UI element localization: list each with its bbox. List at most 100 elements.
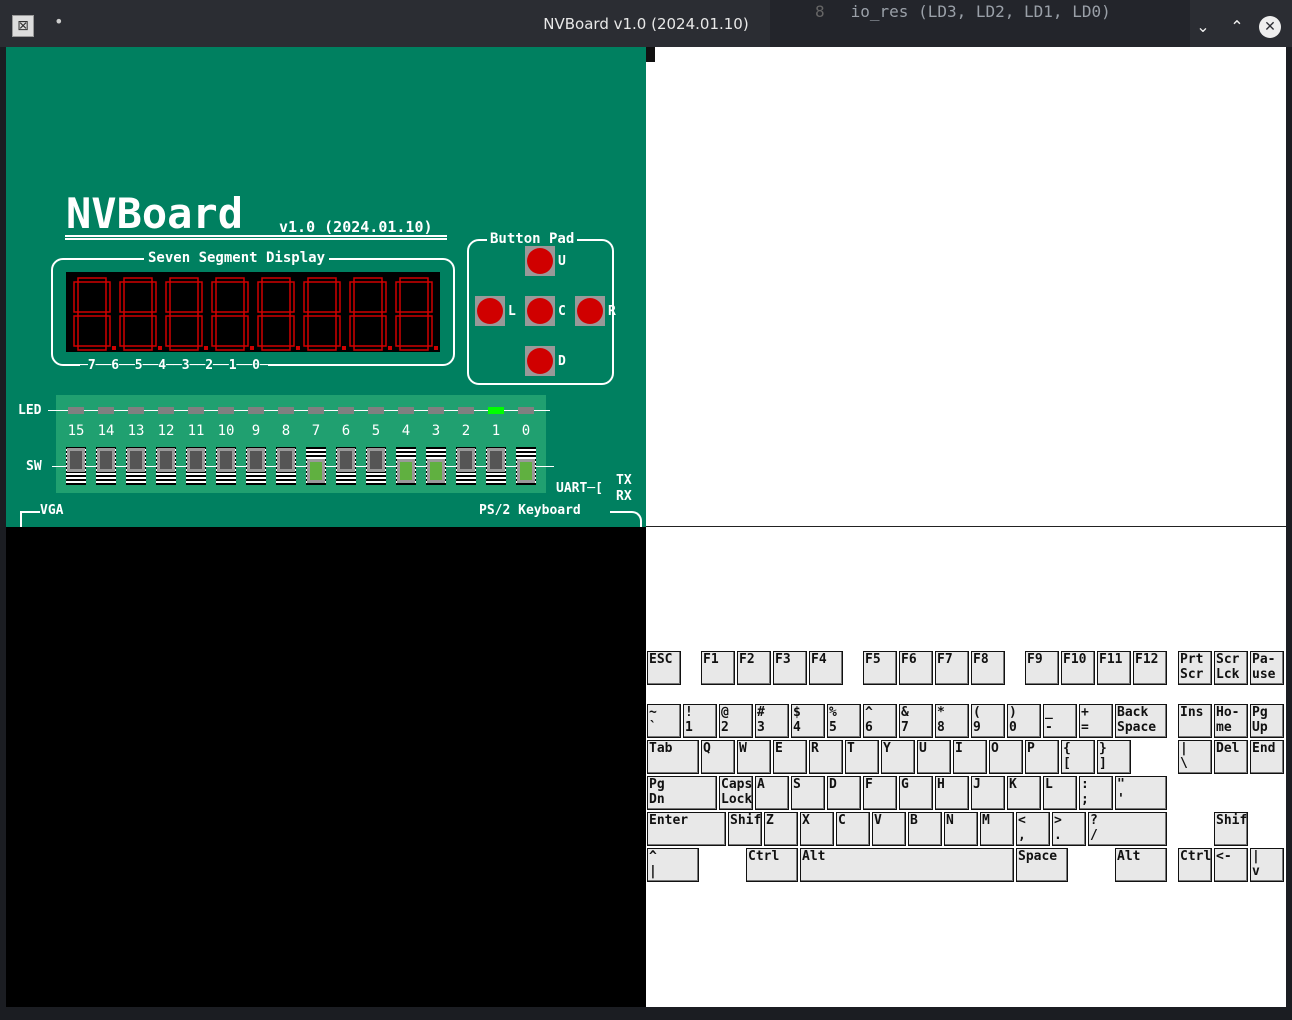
key-t[interactable]: T xyxy=(845,740,879,774)
key-k[interactable]: K xyxy=(1007,776,1041,810)
key-?-/[interactable]: ? / xyxy=(1088,812,1167,846)
button-up[interactable] xyxy=(525,246,555,276)
key-shift[interactable]: Shift xyxy=(728,812,762,846)
key-h[interactable]: H xyxy=(935,776,969,810)
key-!-1[interactable]: ! 1 xyxy=(683,704,717,738)
button-left[interactable] xyxy=(475,296,505,326)
key-j[interactable]: J xyxy=(971,776,1005,810)
key-v[interactable]: V xyxy=(872,812,906,846)
button-down[interactable] xyxy=(525,346,555,376)
key-i[interactable]: I xyxy=(953,740,987,774)
key-d[interactable]: D xyxy=(827,776,861,810)
key-f10[interactable]: F10 xyxy=(1061,651,1095,685)
key-~-`[interactable]: ~ ` xyxy=(647,704,681,738)
minimize-button[interactable]: ⌄ xyxy=(1192,16,1214,38)
key-scr-lck[interactable]: Scr Lck xyxy=(1214,651,1248,685)
key-%-5[interactable]: % 5 xyxy=(827,704,861,738)
key-tab[interactable]: Tab xyxy=(647,740,699,774)
key-#-3[interactable]: # 3 xyxy=(755,704,789,738)
key-f7[interactable]: F7 xyxy=(935,651,969,685)
key-&-7[interactable]: & 7 xyxy=(899,704,933,738)
switch[interactable] xyxy=(516,447,536,485)
button-right[interactable] xyxy=(575,296,605,326)
key-c[interactable]: C xyxy=(836,812,870,846)
key-^-|[interactable]: ^ | xyxy=(647,848,699,882)
key-ins[interactable]: Ins xyxy=(1178,704,1212,738)
switch[interactable] xyxy=(456,447,476,485)
switch[interactable] xyxy=(276,447,296,485)
key-f2[interactable]: F2 xyxy=(737,651,771,685)
key-|-\[interactable]: | \ xyxy=(1178,740,1212,774)
key-caps-lock[interactable]: Caps Lock xyxy=(719,776,753,810)
key-|-v[interactable]: | v xyxy=(1250,848,1284,882)
key-prt-scr[interactable]: Prt Scr xyxy=(1178,651,1212,685)
key-s[interactable]: S xyxy=(791,776,825,810)
switch[interactable] xyxy=(156,447,176,485)
key-)-0[interactable]: ) 0 xyxy=(1007,704,1041,738)
close-button[interactable]: ✕ xyxy=(1259,16,1281,38)
button-center[interactable] xyxy=(525,296,555,326)
key-alt[interactable]: Alt xyxy=(800,848,1014,882)
key-ho--me[interactable]: Ho- me xyxy=(1214,704,1248,738)
key-shift[interactable]: Shift xyxy=(1214,812,1248,846)
key-f3[interactable]: F3 xyxy=(773,651,807,685)
switch[interactable] xyxy=(336,447,356,485)
key-+-=[interactable]: + = xyxy=(1079,704,1113,738)
key-y[interactable]: Y xyxy=(881,740,915,774)
switch[interactable] xyxy=(96,447,116,485)
key-z[interactable]: Z xyxy=(764,812,798,846)
switch[interactable] xyxy=(186,447,206,485)
key-*-8[interactable]: * 8 xyxy=(935,704,969,738)
key-$-4[interactable]: $ 4 xyxy=(791,704,825,738)
switch[interactable] xyxy=(126,447,146,485)
key-p[interactable]: P xyxy=(1025,740,1059,774)
switch[interactable] xyxy=(306,447,326,485)
key-u[interactable]: U xyxy=(917,740,951,774)
switch[interactable] xyxy=(66,447,86,485)
key-back-space[interactable]: Back Space xyxy=(1115,704,1167,738)
key-(-9[interactable]: ( 9 xyxy=(971,704,1005,738)
key-}-][interactable]: } ] xyxy=(1097,740,1131,774)
key-{-[[interactable]: { [ xyxy=(1061,740,1095,774)
switch[interactable] xyxy=(426,447,446,485)
key-<-[interactable]: <- xyxy=(1214,848,1248,882)
key-enter[interactable]: Enter xyxy=(647,812,726,846)
key-r[interactable]: R xyxy=(809,740,843,774)
key-f11[interactable]: F11 xyxy=(1097,651,1131,685)
switch[interactable] xyxy=(366,447,386,485)
key-o[interactable]: O xyxy=(989,740,1023,774)
key-pg-dn[interactable]: Pg Dn xyxy=(647,776,717,810)
switch[interactable] xyxy=(246,447,266,485)
key-f1[interactable]: F1 xyxy=(701,651,735,685)
key-w[interactable]: W xyxy=(737,740,771,774)
key-m[interactable]: M xyxy=(980,812,1014,846)
key-^-6[interactable]: ^ 6 xyxy=(863,704,897,738)
key-f8[interactable]: F8 xyxy=(971,651,1005,685)
switch[interactable] xyxy=(216,447,236,485)
key-g[interactable]: G xyxy=(899,776,933,810)
key-f4[interactable]: F4 xyxy=(809,651,843,685)
key-pa--use[interactable]: Pa- use xyxy=(1250,651,1284,685)
switch[interactable] xyxy=(486,447,506,485)
key-ctrl[interactable]: Ctrl xyxy=(1178,848,1212,882)
key-f[interactable]: F xyxy=(863,776,897,810)
key-pg-up[interactable]: Pg Up xyxy=(1250,704,1284,738)
key-x[interactable]: X xyxy=(800,812,834,846)
maximize-button[interactable]: ⌃ xyxy=(1226,16,1248,38)
key-ctrl[interactable]: Ctrl xyxy=(746,848,798,882)
key-alt[interactable]: Alt xyxy=(1115,848,1167,882)
key-f5[interactable]: F5 xyxy=(863,651,897,685)
key-b[interactable]: B xyxy=(908,812,942,846)
key-q[interactable]: Q xyxy=(701,740,735,774)
switch[interactable] xyxy=(396,447,416,485)
key-_--[interactable]: _ - xyxy=(1043,704,1077,738)
key-l[interactable]: L xyxy=(1043,776,1077,810)
key-f6[interactable]: F6 xyxy=(899,651,933,685)
key-f12[interactable]: F12 xyxy=(1133,651,1167,685)
key-end[interactable]: End xyxy=(1250,740,1284,774)
key-:-;[interactable]: : ; xyxy=(1079,776,1113,810)
key-esc[interactable]: ESC xyxy=(647,651,681,685)
key-e[interactable]: E xyxy=(773,740,807,774)
key-"-'[interactable]: " ' xyxy=(1115,776,1167,810)
uart-terminal-area[interactable] xyxy=(646,47,1286,527)
